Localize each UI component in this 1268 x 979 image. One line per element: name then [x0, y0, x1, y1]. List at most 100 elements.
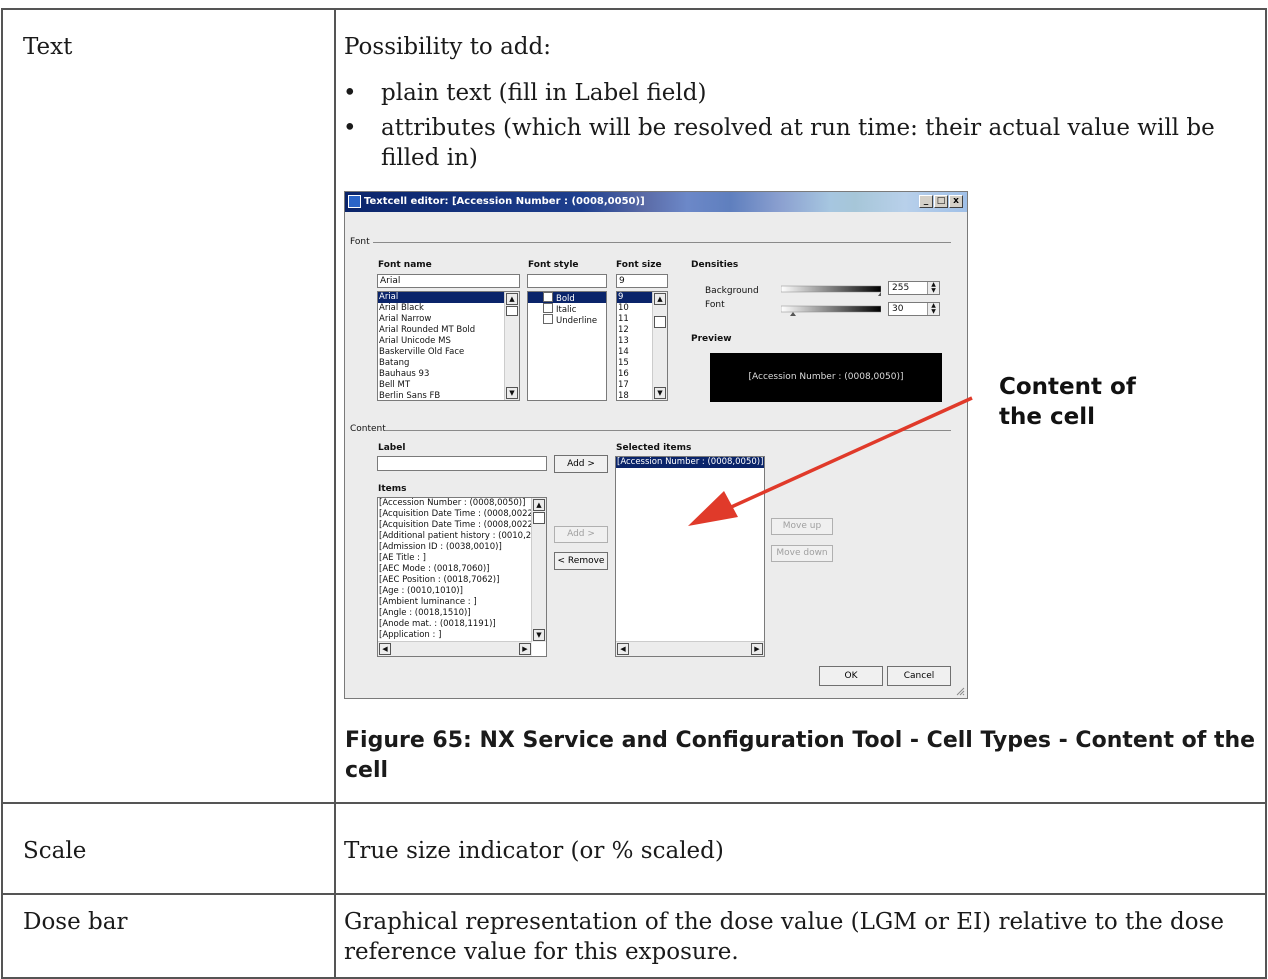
- font-density-value: 30: [892, 304, 904, 314]
- font-size-label: Font size: [616, 260, 662, 270]
- resize-grip-icon[interactable]: [955, 686, 965, 696]
- content-group-label: Content: [350, 424, 386, 434]
- row-description-dose-bar: Graphical representation of the dose val…: [344, 909, 1225, 965]
- background-density-label: Background: [705, 286, 759, 296]
- list-item[interactable]: [Additional patient history : (0010,21B0: [378, 531, 546, 542]
- list-item[interactable]: [Anode mat. : (0018,1191)]: [378, 619, 546, 630]
- font-name-item[interactable]: Berlin Sans FB: [378, 391, 519, 400]
- spinner-arrows-icon[interactable]: ▲ ▼: [927, 282, 939, 294]
- font-name-item[interactable]: Arial: [378, 292, 519, 303]
- scroll-right-icon[interactable]: ▶: [751, 643, 763, 655]
- list-item[interactable]: [AEC Position : (0018,7062)]: [378, 575, 546, 586]
- label-input[interactable]: [377, 456, 547, 471]
- items-list[interactable]: [Accession Number : (0008,0050)] [Acquis…: [377, 497, 547, 657]
- font-name-label: Font name: [378, 260, 432, 270]
- background-density-value: 255: [892, 283, 910, 293]
- list-item[interactable]: [Acquisition Date Time : (0008,0022)-: [378, 520, 546, 531]
- list-item[interactable]: [Admission ID : (0038,0010)]: [378, 542, 546, 553]
- items-horizontal-scrollbar[interactable]: ◀ ▶: [378, 641, 532, 656]
- label-field-label: Label: [378, 443, 406, 453]
- ok-button[interactable]: OK: [819, 666, 883, 686]
- list-item[interactable]: [Application : ]: [378, 630, 546, 641]
- remove-item-button[interactable]: < Remove: [554, 552, 608, 570]
- items-vertical-scrollbar[interactable]: ▲ ▼: [531, 498, 546, 642]
- preview-label: Preview: [691, 334, 732, 344]
- scroll-thumb[interactable]: [654, 316, 666, 328]
- scroll-left-icon[interactable]: ◀: [617, 643, 629, 655]
- font-name-item[interactable]: Arial Black: [378, 303, 519, 314]
- scroll-down-icon[interactable]: ▼: [654, 387, 666, 399]
- scroll-thumb[interactable]: [533, 512, 545, 524]
- scroll-down-icon[interactable]: ▼: [533, 629, 545, 641]
- add-label-button[interactable]: Add >: [554, 455, 608, 473]
- font-name-item[interactable]: Arial Unicode MS: [378, 336, 519, 347]
- background-density-spinner[interactable]: 255 ▲ ▼: [888, 281, 940, 295]
- font-style-list[interactable]: Bold Italic Underline: [527, 291, 607, 401]
- list-item[interactable]: [Angle : (0018,1510)]: [378, 608, 546, 619]
- font-name-item[interactable]: Baskerville Old Face: [378, 347, 519, 358]
- row-name-scale: Scale: [23, 838, 87, 864]
- scroll-down-icon[interactable]: ▼: [506, 387, 518, 399]
- font-density-spinner[interactable]: 30 ▲ ▼: [888, 302, 940, 316]
- font-density-label: Font: [705, 300, 725, 310]
- font-name-list[interactable]: Arial Arial Black Arial Narrow Arial Rou…: [377, 291, 520, 401]
- selected-items-horizontal-scrollbar[interactable]: ◀ ▶: [616, 641, 764, 656]
- scroll-up-icon[interactable]: ▲: [533, 499, 545, 511]
- list-item[interactable]: [Acquisition Date Time : (0008,0022)-(: [378, 509, 546, 520]
- minimize-icon[interactable]: _: [919, 195, 933, 208]
- font-style-item[interactable]: Bold: [528, 292, 606, 304]
- maximize-icon[interactable]: □: [934, 195, 948, 208]
- font-density-track: [780, 305, 882, 316]
- row-name-text: Text: [23, 34, 73, 60]
- font-name-item[interactable]: Bauhaus 93: [378, 369, 519, 380]
- checkbox[interactable]: [543, 314, 553, 324]
- row-divider: [3, 893, 1265, 895]
- scroll-thumb[interactable]: [506, 306, 518, 316]
- background-density-slider[interactable]: [780, 284, 884, 296]
- font-group-label: Font: [350, 237, 370, 247]
- window-title-bar: Textcell editor: [Accession Number : (00…: [345, 192, 967, 212]
- font-name-input[interactable]: Arial: [377, 274, 520, 288]
- checkbox[interactable]: [543, 303, 553, 313]
- move-down-button[interactable]: Move down: [771, 545, 833, 562]
- list-item[interactable]: [Age : (0010,1010)]: [378, 586, 546, 597]
- cancel-button[interactable]: Cancel: [887, 666, 951, 686]
- add-item-button[interactable]: Add >: [554, 526, 608, 543]
- font-density-slider[interactable]: [780, 304, 882, 316]
- densities-label: Densities: [691, 260, 739, 270]
- scroll-left-icon[interactable]: ◀: [379, 643, 391, 655]
- scroll-up-icon[interactable]: ▲: [654, 293, 666, 305]
- figure-caption: Figure 65: NX Service and Configuration …: [345, 728, 1256, 783]
- items-label: Items: [378, 484, 407, 494]
- font-size-list[interactable]: 9 10 11 12 13 14 15 16 17 18 ▲ ▼: [616, 291, 668, 401]
- list-item[interactable]: [Accession Number : (0008,0050)]: [378, 498, 546, 509]
- font-style-input[interactable]: [527, 274, 607, 288]
- font-name-item[interactable]: Arial Rounded MT Bold: [378, 325, 519, 336]
- bullet-item: plain text (fill in Label field): [381, 80, 707, 106]
- row-divider: [3, 802, 1265, 804]
- font-name-item[interactable]: Bell MT: [378, 380, 519, 391]
- close-icon[interactable]: x: [949, 195, 963, 208]
- annotation-arrow-icon: [688, 396, 973, 526]
- font-size-input[interactable]: 9: [616, 274, 668, 288]
- scroll-up-icon[interactable]: ▲: [506, 293, 518, 305]
- list-item[interactable]: [AE Title : ]: [378, 553, 546, 564]
- font-style-item-label: Underline: [556, 316, 598, 326]
- font-style-item[interactable]: Italic: [528, 303, 606, 315]
- list-item[interactable]: [Ambient luminance : ]: [378, 597, 546, 608]
- background-density-track: [780, 285, 884, 296]
- scroll-right-icon[interactable]: ▶: [519, 643, 531, 655]
- bullet-item: attributes (which will be resolved at ru…: [381, 115, 1215, 171]
- font-name-item[interactable]: Batang: [378, 358, 519, 369]
- column-divider: [334, 10, 336, 977]
- font-style-item[interactable]: Underline: [528, 314, 606, 326]
- row-name-dose-bar: Dose bar: [23, 909, 128, 935]
- row-description-text: Possibility to add:: [344, 34, 551, 60]
- font-group-separator: [373, 242, 951, 243]
- list-item[interactable]: [AEC Mode : (0018,7060)]: [378, 564, 546, 575]
- font-name-item[interactable]: Arial Narrow: [378, 314, 519, 325]
- checkbox[interactable]: [543, 292, 553, 302]
- font-size-scrollbar[interactable]: ▲ ▼: [652, 292, 667, 400]
- font-name-scrollbar[interactable]: ▲ ▼: [504, 292, 519, 400]
- spinner-arrows-icon[interactable]: ▲ ▼: [927, 303, 939, 315]
